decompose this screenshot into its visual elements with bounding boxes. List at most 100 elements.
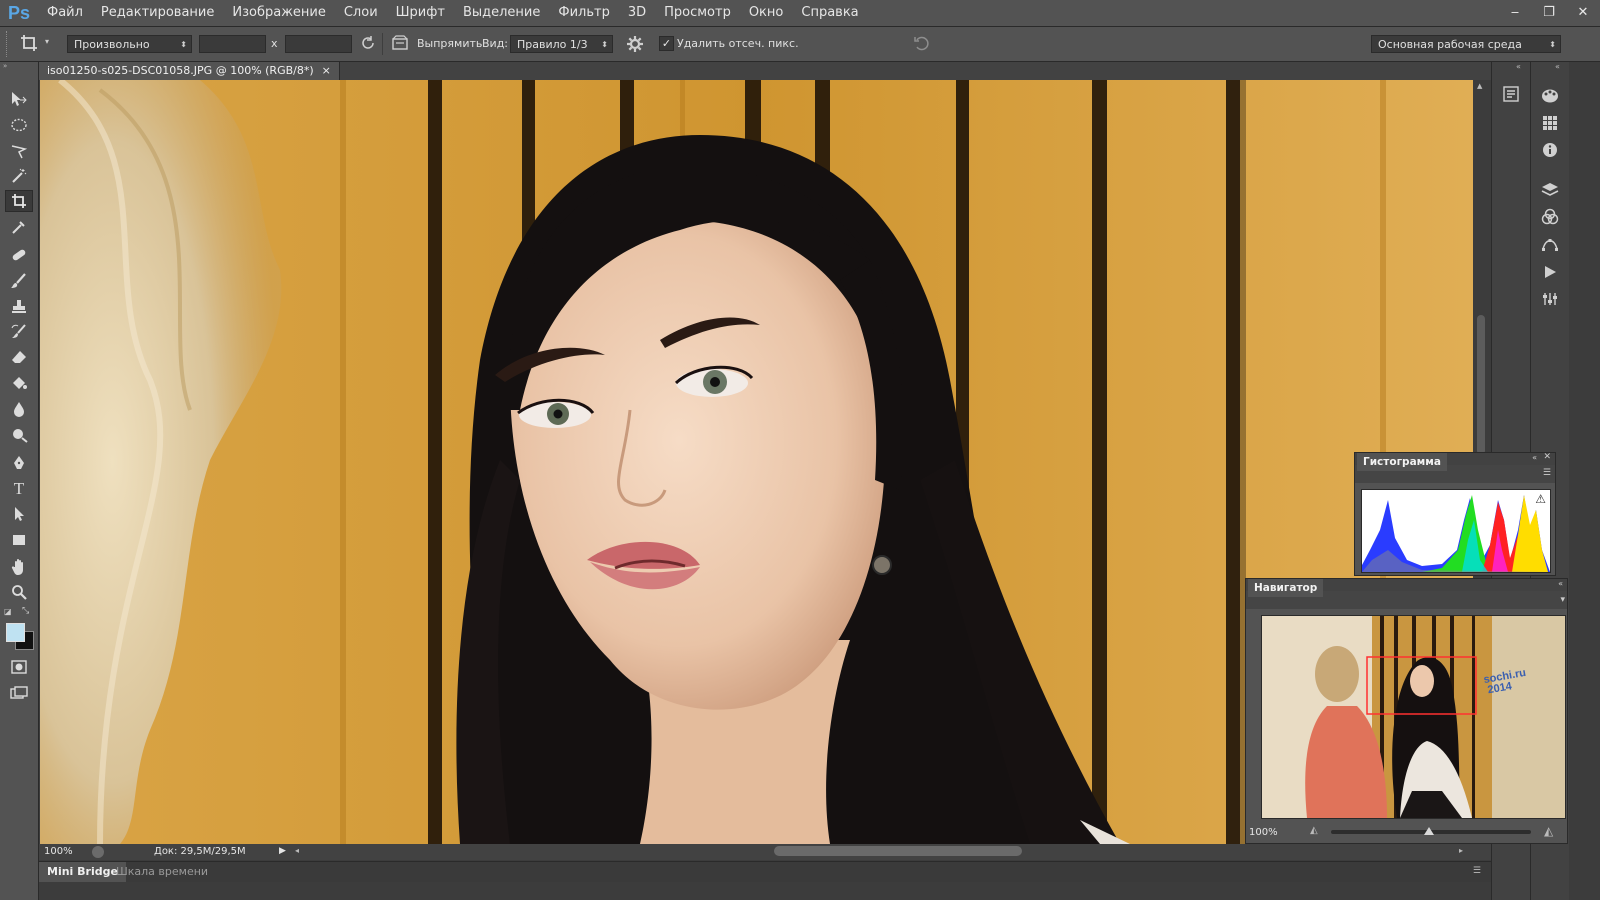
collapse-strip-icon[interactable]: « — [1555, 62, 1560, 71]
menu-view[interactable]: Просмотр — [655, 0, 740, 26]
crop-tool-icon[interactable] — [20, 34, 38, 56]
type-tool-icon[interactable]: T — [5, 478, 33, 500]
menu-file[interactable]: Файл — [38, 0, 92, 26]
ratio-select[interactable]: Произвольно ⬍ — [67, 35, 192, 53]
panel-menu-icon[interactable]: ☰ — [1473, 866, 1481, 876]
adjustments-panel-icon[interactable] — [1540, 289, 1560, 309]
menu-type[interactable]: Шрифт — [387, 0, 454, 26]
menu-image[interactable]: Изображение — [223, 0, 334, 26]
histogram-panel: « ✕ Гистограмма ☰ ⚠ — [1354, 452, 1556, 576]
navigator-preview-image: sochi.ru 2014 — [1262, 616, 1565, 818]
blur-tool-icon[interactable] — [5, 398, 33, 420]
info-panel-icon[interactable] — [1540, 140, 1560, 160]
window-controls: ‒ ❐ ✕ — [1498, 0, 1600, 26]
straighten-icon[interactable] — [391, 35, 409, 55]
panel-menu-icon[interactable]: ☰ — [1543, 468, 1551, 478]
menu-layers[interactable]: Слои — [335, 0, 387, 26]
hand-tool-icon[interactable] — [5, 556, 33, 578]
default-colors-icon[interactable]: ◪ — [4, 607, 12, 616]
paint-bucket-tool-icon[interactable] — [5, 372, 33, 394]
minimize-button[interactable]: ‒ — [1498, 0, 1532, 24]
reset-icon[interactable] — [913, 35, 931, 55]
path-selection-tool-icon[interactable] — [5, 503, 33, 525]
warning-icon[interactable]: ⚠ — [1535, 492, 1546, 506]
navigator-panel: « Навигатор ▾ sochi.ru 2014 100% ◭ ◭ — [1245, 578, 1568, 844]
menu-bar: Ps Файл Редактирование Изображение Слои … — [0, 0, 1600, 27]
workspace-select[interactable]: Основная рабочая среда ⬍ — [1371, 35, 1561, 53]
navigator-zoom-slider-knob[interactable] — [1424, 827, 1434, 835]
clone-stamp-tool-icon[interactable] — [5, 296, 33, 318]
vertical-scroll-thumb[interactable] — [1477, 315, 1485, 455]
menu-3d[interactable]: 3D — [619, 0, 655, 26]
swatches-icon[interactable] — [1540, 113, 1560, 133]
height-field[interactable] — [285, 35, 352, 53]
history-brush-tool-icon[interactable] — [5, 321, 33, 343]
zoom-tool-icon[interactable] — [5, 581, 33, 603]
menu-help[interactable]: Справка — [792, 0, 867, 26]
menu-filter[interactable]: Фильтр — [549, 0, 618, 26]
zoom-in-icon[interactable]: ◭ — [1544, 824, 1553, 838]
pen-tool-icon[interactable] — [5, 452, 33, 474]
color-palette-icon[interactable] — [1540, 86, 1560, 106]
eraser-tool-icon[interactable] — [5, 346, 33, 368]
restore-button[interactable]: ❐ — [1532, 0, 1566, 24]
dodge-tool-icon[interactable] — [5, 424, 33, 446]
crop-tool-icon[interactable] — [5, 190, 33, 212]
lasso-tool-icon[interactable] — [5, 140, 33, 162]
scroll-up-arrow-icon[interactable]: ▲ — [1477, 82, 1482, 90]
quick-mask-icon[interactable] — [5, 656, 33, 678]
channels-panel-icon[interactable] — [1540, 207, 1560, 227]
swap-rotate-icon[interactable] — [360, 35, 376, 55]
panel-menu-icon[interactable]: ▾ — [1560, 595, 1565, 605]
menu-select[interactable]: Выделение — [454, 0, 549, 26]
eyedropper-tool-icon[interactable] — [5, 216, 33, 238]
status-doc-info: Док: 29,5M/29,5M — [154, 846, 246, 857]
collapse-panel-icon[interactable]: « — [1558, 579, 1563, 588]
brush-tool-icon[interactable] — [5, 270, 33, 292]
rectangle-tool-icon[interactable] — [5, 529, 33, 551]
move-tool-icon[interactable] — [5, 88, 33, 110]
swap-colors-icon[interactable]: ⤡ — [22, 606, 29, 616]
status-info-icon[interactable] — [92, 846, 104, 858]
collapse-strip-icon[interactable]: « — [1516, 62, 1521, 71]
collapse-toolbar-icon[interactable]: » — [3, 62, 35, 70]
delete-cropped-label: Удалить отсеч. пикс. — [677, 37, 799, 50]
status-menu-arrow-icon[interactable]: ▶ — [279, 846, 286, 856]
actions-play-icon[interactable] — [1540, 262, 1560, 282]
close-tab-icon[interactable]: × — [322, 62, 331, 80]
gear-icon[interactable] — [626, 35, 644, 57]
foreground-color-swatch[interactable] — [6, 623, 25, 642]
menu-window[interactable]: Окно — [740, 0, 793, 26]
healing-brush-tool-icon[interactable] — [5, 244, 33, 266]
close-panel-icon[interactable]: ✕ — [1543, 452, 1551, 462]
tab-timeline[interactable]: Шкала времени — [108, 862, 216, 882]
status-zoom[interactable]: 100% — [44, 846, 73, 857]
ratio-select-value: Произвольно — [74, 38, 150, 51]
collapse-panel-icon[interactable]: « — [1532, 453, 1537, 462]
close-button[interactable]: ✕ — [1566, 0, 1600, 24]
tool-preset-chevron-icon[interactable]: ▾ — [45, 37, 49, 46]
magic-wand-tool-icon[interactable] — [5, 165, 33, 187]
view-select[interactable]: Правило 1/3 ⬍ — [510, 35, 613, 53]
marquee-tool-icon[interactable] — [5, 114, 33, 136]
scroll-right-arrow-icon[interactable]: ▸ — [1459, 846, 1463, 855]
navigator-zoom-value[interactable]: 100% — [1249, 827, 1278, 838]
select-arrows-icon: ⬍ — [601, 40, 608, 49]
document-tab[interactable]: iso01250-s025-DSC01058.JPG @ 100% (RGB/8… — [39, 62, 340, 80]
screen-mode-icon[interactable] — [5, 682, 33, 704]
tab-navigator[interactable]: Навигатор — [1248, 579, 1324, 597]
tab-histogram[interactable]: Гистограмма — [1357, 453, 1447, 471]
document-tab-title: iso01250-s025-DSC01058.JPG @ 100% (RGB/8… — [47, 64, 314, 77]
options-bar: ▾ Произвольно ⬍ x Выпрямить Вид: Правило… — [0, 27, 1600, 62]
paths-panel-icon[interactable] — [1540, 234, 1560, 254]
straighten-label[interactable]: Выпрямить — [417, 37, 482, 50]
navigator-thumbnail[interactable]: sochi.ru 2014 — [1261, 615, 1566, 819]
scroll-left-arrow-icon[interactable]: ◂ — [295, 846, 299, 855]
layers-panel-icon[interactable] — [1540, 180, 1560, 200]
delete-cropped-checkbox[interactable]: ✓ — [659, 36, 674, 51]
zoom-out-icon[interactable]: ◭ — [1310, 825, 1318, 836]
width-field[interactable] — [199, 35, 266, 53]
menu-edit[interactable]: Редактирование — [92, 0, 223, 26]
history-panel-icon[interactable] — [1501, 84, 1521, 104]
horizontal-scroll-thumb[interactable] — [774, 846, 1022, 856]
